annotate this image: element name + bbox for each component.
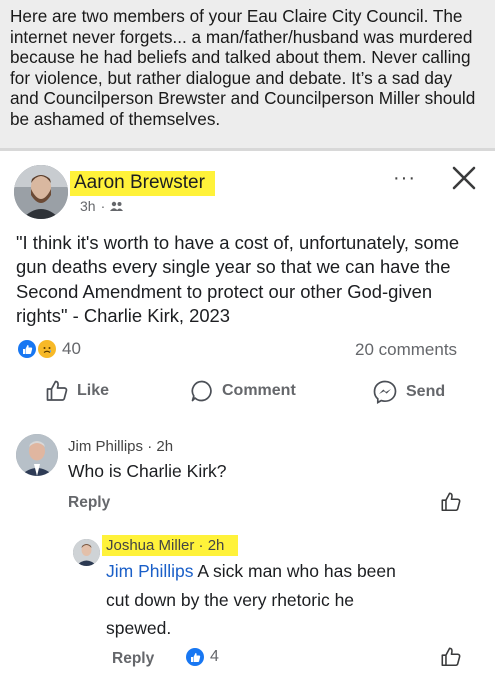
meta-separator: ·	[198, 537, 204, 554]
like-reaction-icon	[18, 340, 36, 358]
send-button[interactable]: Send	[372, 379, 445, 405]
comment-meta: Jim Phillips · 2h	[68, 438, 227, 455]
reply-text-line1: A sick man who has been	[193, 561, 396, 581]
comment: Jim Phillips · 2h Who is Charlie Kirk?	[68, 438, 227, 486]
post-text: "I think it's worth to have a cost of, u…	[16, 232, 460, 326]
more-options-button[interactable]: ···	[393, 167, 416, 190]
sad-reaction-icon	[38, 340, 56, 358]
reply-button[interactable]: Reply	[112, 650, 154, 668]
comment-button[interactable]: Comment	[190, 379, 296, 403]
friends-audience-icon	[110, 201, 124, 211]
reply-meta: Joshua Miller · 2h	[102, 535, 239, 556]
facebook-post: Aaron Brewster 3h · ··· "I think it's wo…	[0, 151, 495, 680]
comment-text: Who is Charlie Kirk?	[68, 461, 227, 481]
post-actions-bar: Like Comment Send	[0, 379, 495, 415]
person-photo-icon	[16, 434, 58, 476]
comment-time[interactable]: 2h	[156, 438, 173, 455]
reply-text: Jim Phillips A sick man who has been cut…	[106, 557, 466, 643]
close-icon	[452, 166, 476, 190]
person-photo-icon	[73, 539, 100, 566]
reply-button[interactable]: Reply	[68, 494, 110, 512]
close-button[interactable]	[451, 159, 477, 199]
reaction-summary[interactable]: 40	[18, 339, 81, 359]
reply-time[interactable]: 2h	[208, 537, 225, 554]
send-label: Send	[406, 383, 446, 400]
reply-text-line2: cut down by the very rhetoric he	[106, 589, 355, 610]
author-avatar[interactable]	[14, 165, 68, 219]
like-label: Like	[77, 382, 110, 399]
like-reaction-icon	[186, 648, 204, 666]
comment-bubble-icon	[191, 380, 212, 402]
post-meta: 3h ·	[80, 198, 124, 214]
post-time[interactable]: 3h	[80, 198, 96, 214]
caption-text: Here are two members of your Eau Claire …	[10, 6, 476, 129]
reply-text-line3: spewed.	[106, 618, 172, 638]
screenshot-caption: Here are two members of your Eau Claire …	[0, 0, 495, 148]
like-comment-icon[interactable]	[440, 491, 462, 513]
meta-separator: ·	[147, 438, 153, 455]
comment-label: Comment	[222, 382, 296, 399]
reply-author-name[interactable]: Joshua Miller	[106, 537, 194, 554]
commenter-avatar[interactable]	[16, 434, 58, 476]
comments-count[interactable]: 20 comments	[355, 340, 457, 360]
post-author: Aaron Brewster	[70, 171, 215, 196]
meta-separator: ·	[100, 198, 106, 214]
commenter-name[interactable]: Jim Phillips	[68, 438, 143, 455]
person-photo-icon	[14, 165, 68, 219]
reply: Joshua Miller · 2h Jim Phillips A sick m…	[102, 535, 466, 643]
reaction-count: 40	[62, 339, 81, 358]
reply-reaction-count: 4	[210, 648, 219, 665]
messenger-icon	[373, 380, 397, 404]
mention-link[interactable]: Jim Phillips	[106, 561, 194, 581]
like-reply-icon[interactable]	[440, 646, 462, 668]
reply-reactions[interactable]: 4	[186, 648, 219, 666]
thumbs-up-icon	[46, 380, 68, 401]
reply-author-avatar[interactable]	[73, 539, 100, 566]
author-name[interactable]: Aaron Brewster	[70, 171, 215, 196]
like-button[interactable]: Like	[45, 379, 109, 403]
